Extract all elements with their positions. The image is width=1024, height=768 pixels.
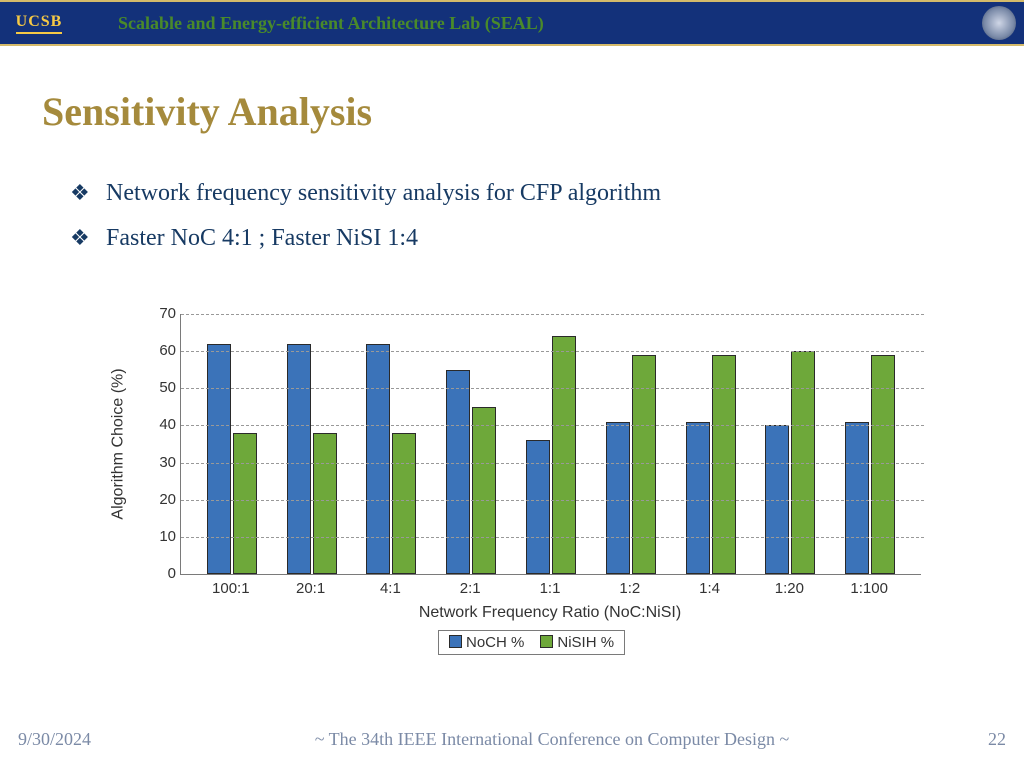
chart-x-tick: 1:2 <box>590 580 670 597</box>
chart-x-tick: 2:1 <box>430 580 510 597</box>
seal-badge-icon <box>982 6 1016 40</box>
bullet-diamond-icon: ❖ <box>70 180 106 206</box>
chart-gridline <box>181 537 924 538</box>
bullet-list: ❖ Network frequency sensitivity analysis… <box>70 180 964 270</box>
footer-conference: ~ The 34th IEEE International Conference… <box>178 729 926 750</box>
page-title: Sensitivity Analysis <box>42 88 372 135</box>
chart-bars <box>181 314 921 574</box>
chart-x-tick: 4:1 <box>350 580 430 597</box>
footer: 9/30/2024 ~ The 34th IEEE International … <box>0 729 1024 750</box>
chart-x-axis-label: Network Frequency Ratio (NoC:NiSI) <box>180 604 920 622</box>
chart-bar <box>207 344 231 574</box>
ucsb-logo: UCSB <box>0 2 78 44</box>
chart-bar <box>552 336 576 574</box>
lab-name: Scalable and Energy-efficient Architectu… <box>78 13 982 34</box>
chart-bar <box>233 433 257 574</box>
chart-gridline <box>181 351 924 352</box>
chart-legend: NoCH % NiSIH % <box>438 630 625 655</box>
chart-bar <box>526 440 550 574</box>
legend-swatch-icon <box>449 635 462 648</box>
chart-y-tick: 60 <box>148 342 176 359</box>
chart-y-tick: 10 <box>148 528 176 545</box>
footer-date: 9/30/2024 <box>18 729 178 750</box>
legend-swatch-icon <box>540 635 553 648</box>
chart-y-tick: 30 <box>148 454 176 471</box>
chart-y-tick: 20 <box>148 491 176 508</box>
legend-item: NiSIH % <box>540 634 614 651</box>
chart-y-tick: 70 <box>148 305 176 322</box>
chart-bar <box>845 422 869 574</box>
chart-gridline <box>181 314 924 315</box>
chart-y-tick: 40 <box>148 416 176 433</box>
chart-y-axis-label: Algorithm Choice (%) <box>110 314 128 574</box>
chart-x-tick: 20:1 <box>271 580 351 597</box>
chart-bar <box>392 433 416 574</box>
chart-x-tick: 1:100 <box>829 580 909 597</box>
chart-bar <box>313 433 337 574</box>
footer-page-number: 22 <box>926 729 1006 750</box>
chart-y-tick: 0 <box>148 565 176 582</box>
bullet-text: Faster NoC 4:1 ; Faster NiSI 1:4 <box>106 225 418 252</box>
bullet-item: ❖ Network frequency sensitivity analysis… <box>70 180 964 207</box>
chart-bar <box>472 407 496 574</box>
chart-bar <box>287 344 311 574</box>
chart-bar <box>446 370 470 574</box>
chart-plot-area <box>180 314 921 575</box>
chart-x-tick: 1:4 <box>670 580 750 597</box>
chart-gridline <box>181 388 924 389</box>
slide: UCSB Scalable and Energy-efficient Archi… <box>0 0 1024 768</box>
chart-gridline <box>181 463 924 464</box>
chart-gridline <box>181 500 924 501</box>
chart-x-tick: 1:20 <box>749 580 829 597</box>
chart-y-tick: 50 <box>148 379 176 396</box>
chart-gridline <box>181 425 924 426</box>
chart-x-tick: 1:1 <box>510 580 590 597</box>
chart: Algorithm Choice (%) Network Frequency R… <box>80 300 940 680</box>
chart-bar <box>366 344 390 574</box>
bullet-item: ❖ Faster NoC 4:1 ; Faster NiSI 1:4 <box>70 225 964 252</box>
bullet-diamond-icon: ❖ <box>70 225 106 251</box>
bullet-text: Network frequency sensitivity analysis f… <box>106 180 661 207</box>
chart-bar <box>686 422 710 574</box>
header-bar: UCSB Scalable and Energy-efficient Archi… <box>0 0 1024 46</box>
ucsb-logo-text: UCSB <box>16 13 63 34</box>
legend-item: NoCH % <box>449 634 524 651</box>
chart-x-tick: 100:1 <box>191 580 271 597</box>
chart-bar <box>606 422 630 574</box>
